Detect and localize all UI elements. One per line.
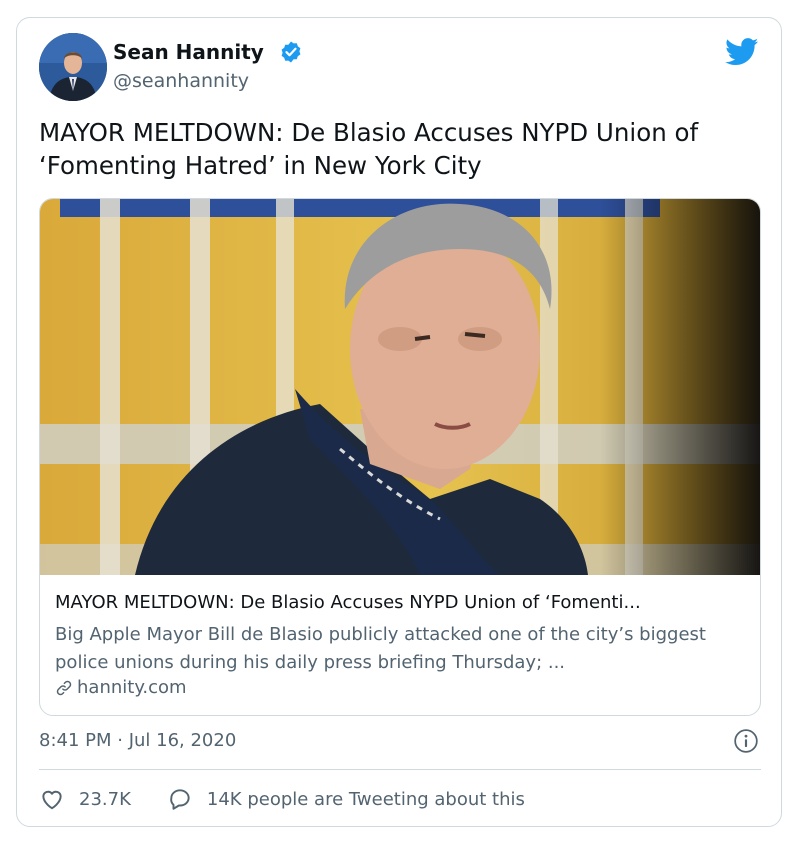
tweeting-about-link[interactable]: 14K people are Tweeting about this [207, 789, 525, 810]
card-domain[interactable]: hannity.com [55, 677, 187, 698]
speech-bubble-icon[interactable] [167, 786, 193, 812]
author-handle[interactable]: @seanhannity [113, 70, 249, 92]
info-icon[interactable] [733, 728, 759, 754]
divider [39, 769, 761, 770]
heart-icon[interactable] [39, 786, 65, 812]
verified-badge-icon [281, 41, 301, 63]
card-image [40, 199, 760, 575]
link-icon [56, 680, 72, 695]
link-preview-card[interactable]: MAYOR MELTDOWN: De Blasio Accuses NYPD U… [39, 198, 761, 716]
like-count[interactable]: 23.7K [79, 789, 131, 810]
action-bar: 23.7K 14K people are Tweeting about this [39, 786, 525, 812]
card-title[interactable]: MAYOR MELTDOWN: De Blasio Accuses NYPD U… [55, 592, 745, 613]
tweet-embed[interactable]: Sean Hannity @seanhannity MAYOR MELTDOWN… [16, 17, 782, 827]
card-domain-text: hannity.com [77, 677, 187, 698]
card-description: Big Apple Mayor Bill de Blasio publicly … [55, 624, 706, 673]
tweet-timestamp[interactable]: 8:41 PM · Jul 16, 2020 [39, 730, 236, 751]
avatar[interactable] [39, 33, 107, 101]
tweet-text: MAYOR MELTDOWN: De Blasio Accuses NYPD U… [39, 118, 699, 180]
avatar-image [39, 33, 107, 101]
twitter-bird-icon[interactable] [725, 38, 759, 66]
author-name[interactable]: Sean Hannity [113, 40, 264, 64]
